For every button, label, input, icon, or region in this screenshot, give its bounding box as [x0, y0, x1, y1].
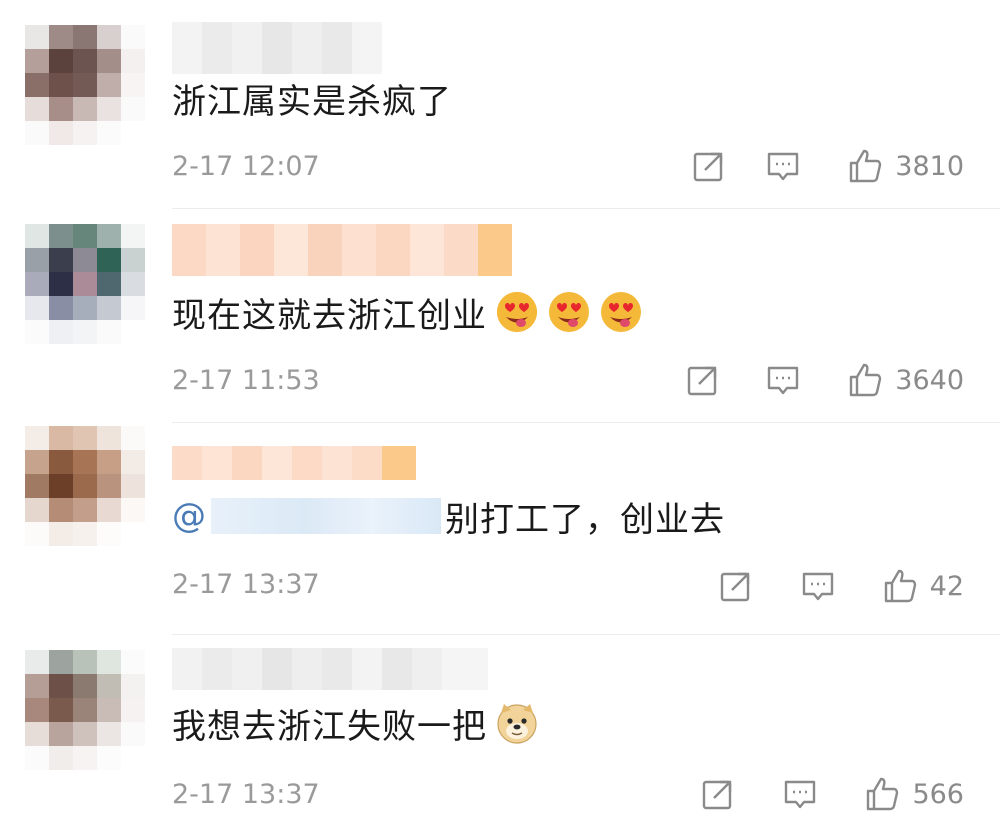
- divider: [172, 208, 1000, 209]
- avatar[interactable]: [25, 25, 145, 145]
- share-icon: [703, 780, 732, 810]
- reply-button[interactable]: [800, 568, 836, 604]
- comment-icon: [768, 366, 799, 395]
- comment-text-content: 现在这就去浙江创业: [172, 295, 487, 336]
- mention-at[interactable]: @: [172, 496, 207, 536]
- comment-text-content: 别打工了，创业去: [445, 499, 725, 540]
- reply-button[interactable]: [765, 148, 801, 184]
- share-button[interactable]: [718, 568, 754, 604]
- comment-item: 现在这就去浙江创业 2-17 11:53 3640: [0, 210, 1000, 423]
- mention-username[interactable]: [211, 498, 441, 534]
- share-button[interactable]: [691, 148, 727, 184]
- username[interactable]: [172, 224, 512, 276]
- comment-time: 2-17 13:37: [172, 779, 320, 810]
- reply-button[interactable]: [765, 362, 801, 398]
- share-button[interactable]: [700, 776, 736, 812]
- comment-text: 浙江属实是杀疯了: [172, 76, 452, 122]
- username[interactable]: [172, 648, 488, 690]
- share-icon: [720, 572, 749, 602]
- avatar[interactable]: [25, 224, 145, 344]
- comment-actions: 3640: [685, 362, 964, 398]
- share-button[interactable]: [685, 362, 721, 398]
- avatar[interactable]: [25, 650, 145, 770]
- comment-text: 现在这就去浙江创业: [172, 288, 643, 336]
- like-icon: [850, 363, 882, 397]
- comment-text: @ 别打工了，创业去: [172, 494, 725, 540]
- comment-item: @ 别打工了，创业去 2-17 13:37 42: [0, 422, 1000, 635]
- comment-icon: [768, 152, 799, 181]
- like-icon: [884, 569, 916, 603]
- like-count: 3810: [895, 150, 964, 182]
- share-icon: [688, 366, 717, 396]
- like-button[interactable]: 3810: [847, 148, 964, 184]
- like-button[interactable]: 3640: [847, 362, 964, 398]
- comment-actions: 3810: [691, 148, 964, 184]
- comment-item: 浙江属实是杀疯了 2-17 12:07 3810: [0, 0, 1000, 210]
- comment-item: 我想去浙江失败一把 2-17 13:37 566: [0, 634, 1000, 831]
- comment-actions: 566: [700, 776, 964, 812]
- like-count: 42: [929, 570, 964, 602]
- like-icon: [850, 149, 882, 183]
- like-button[interactable]: 42: [882, 568, 964, 604]
- comment-icon: [802, 572, 833, 601]
- username[interactable]: [172, 22, 382, 74]
- like-icon: [867, 777, 899, 811]
- heart-eyes-emoji: [549, 292, 589, 332]
- comment-time: 2-17 13:37: [172, 569, 320, 600]
- comment-text-content: 浙江属实是杀疯了: [172, 81, 452, 122]
- heart-eyes-emoji: [497, 292, 537, 332]
- comment-icon: [785, 780, 816, 809]
- avatar[interactable]: [25, 426, 145, 546]
- reply-button[interactable]: [782, 776, 818, 812]
- comment-actions: 42: [718, 568, 964, 604]
- like-count: 566: [912, 778, 964, 810]
- doge-emoji: [497, 704, 537, 744]
- username[interactable]: [172, 446, 416, 480]
- share-icon: [694, 152, 723, 182]
- like-button[interactable]: 566: [864, 776, 964, 812]
- like-count: 3640: [895, 364, 964, 396]
- comment-time: 2-17 12:07: [172, 151, 320, 182]
- comment-text-content: 我想去浙江失败一把: [172, 706, 487, 747]
- comment-text: 我想去浙江失败一把: [172, 698, 539, 748]
- comment-time: 2-17 11:53: [172, 365, 320, 396]
- heart-eyes-emoji: [601, 292, 641, 332]
